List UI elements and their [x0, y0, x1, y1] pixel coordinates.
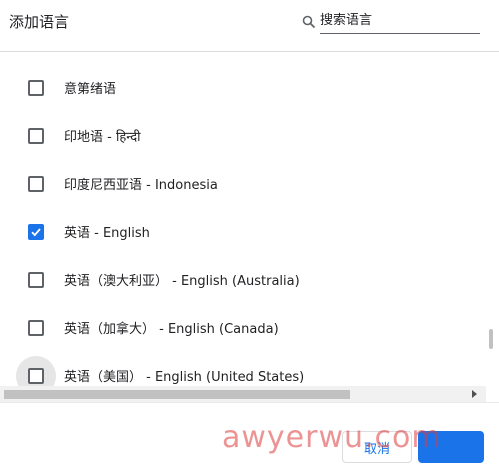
- list-item[interactable]: 印度尼西亚语 - Indonesia: [0, 160, 486, 208]
- language-checkbox[interactable]: [28, 176, 44, 192]
- add-language-dialog: 添加语言 意第绪语 印地语 - हिन्दी 印度尼西亚语 - Indonesi…: [0, 0, 499, 471]
- search-input[interactable]: [320, 10, 480, 34]
- horizontal-scrollbar-thumb[interactable]: [4, 390, 350, 399]
- vertical-scrollbar-thumb[interactable]: [489, 329, 493, 349]
- language-checkbox[interactable]: [28, 128, 44, 144]
- search-box[interactable]: [302, 10, 480, 34]
- language-checkbox[interactable]: [28, 368, 44, 384]
- search-icon: [302, 14, 316, 29]
- scroll-right-arrow-icon[interactable]: [472, 390, 477, 398]
- add-button[interactable]: [418, 431, 484, 463]
- language-checkbox[interactable]: [28, 320, 44, 336]
- dialog-title: 添加语言: [9, 13, 70, 31]
- language-checkbox-checked[interactable]: [28, 224, 44, 240]
- list-item[interactable]: 意第绪语: [0, 64, 486, 112]
- language-label: 意第绪语: [64, 82, 117, 97]
- language-label: 英语（加拿大） - English (Canada): [64, 322, 279, 337]
- vertical-scrollbar[interactable]: [486, 53, 499, 386]
- horizontal-scrollbar[interactable]: [0, 386, 486, 402]
- language-list: 意第绪语 印地语 - हिन्दी 印度尼西亚语 - Indonesia 英语 …: [0, 53, 486, 386]
- list-item[interactable]: 印地语 - हिन्दी: [0, 112, 486, 160]
- language-label: 英语（澳大利亚） - English (Australia): [64, 274, 300, 289]
- list-item[interactable]: 英语（加拿大） - English (Canada): [0, 304, 486, 352]
- language-label: 英语（美国） - English (United States): [64, 370, 305, 385]
- list-item[interactable]: 英语（美国） - English (United States): [0, 352, 486, 386]
- language-label: 印度尼西亚语 - Indonesia: [64, 178, 218, 193]
- language-label: 印地语 - हिन्दी: [64, 130, 141, 145]
- dialog-footer: 取消: [0, 402, 499, 471]
- cancel-button[interactable]: 取消: [342, 431, 412, 463]
- list-item[interactable]: 英语 - English: [0, 208, 486, 256]
- dialog-header: 添加语言: [0, 0, 499, 52]
- list-item[interactable]: 英语（澳大利亚） - English (Australia): [0, 256, 486, 304]
- check-icon: [31, 228, 41, 237]
- language-checkbox[interactable]: [28, 80, 44, 96]
- language-checkbox[interactable]: [28, 272, 44, 288]
- language-label: 英语 - English: [64, 226, 150, 241]
